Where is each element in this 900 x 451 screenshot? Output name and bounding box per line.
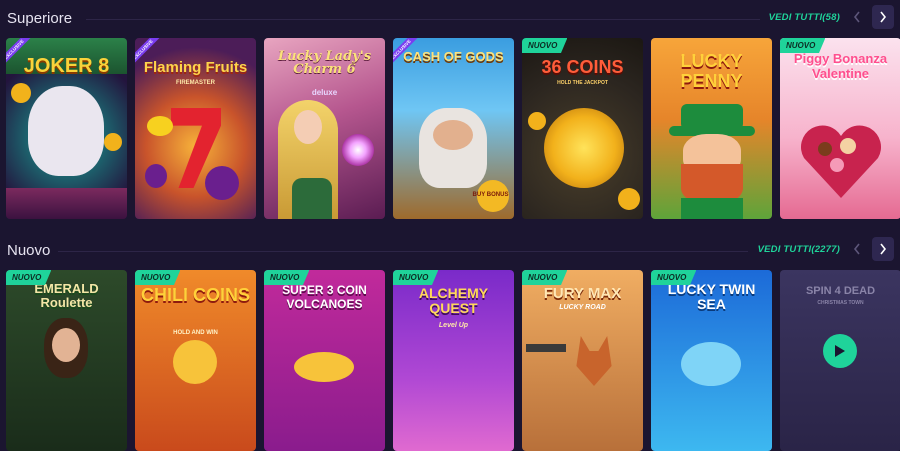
section-superiore: Superiore VEDI TUTTI(58) JOKER 8 EXCLUSI… — [0, 0, 900, 219]
game-title: SUPER 3 COIN VOLCANOES — [282, 283, 367, 311]
game-title: LUCKY TWIN SEA — [667, 281, 756, 312]
prev-button[interactable] — [846, 5, 868, 29]
game-title: LUCKY PENNY — [680, 51, 743, 91]
new-badge: NUOVO — [264, 270, 310, 285]
chevron-left-icon — [853, 243, 860, 255]
game-title: SPIN 4 DEAD — [805, 285, 876, 297]
next-button[interactable] — [872, 5, 894, 29]
game-subtitle: HOLD THE JACKPOT — [557, 80, 608, 86]
game-subtitle: Level Up — [438, 322, 469, 329]
game-title: Piggy Bonanza Valentine — [793, 51, 888, 81]
prev-button[interactable] — [846, 237, 868, 261]
chevron-right-icon — [880, 11, 887, 23]
game-title: Lucky Lady's Charm 6 — [277, 49, 372, 77]
chevron-left-icon — [853, 11, 860, 23]
section-nuovo: Nuovo VEDI TUTTI(2277) EMERALD Roulette … — [0, 232, 900, 451]
game-tile[interactable]: Piggy Bonanza Valentine NUOVO — [780, 38, 900, 219]
game-subtitle: FIREMASTER — [176, 80, 215, 86]
game-subtitle: LUCKY ROAD — [559, 304, 606, 311]
see-all-link[interactable]: VEDI TUTTI(2277) — [758, 244, 840, 255]
game-tile[interactable]: ALCHEMY QUEST Level Up NUOVO — [393, 270, 514, 451]
chevron-right-icon — [880, 243, 887, 255]
game-title: CHILI COINS — [140, 285, 250, 305]
new-badge: NUOVO — [6, 270, 52, 285]
divider — [86, 19, 760, 20]
game-tile[interactable]: 36 COINS HOLD THE JACKPOT NUOVO — [522, 38, 643, 219]
game-title: 36 COINS — [541, 57, 624, 77]
game-tile[interactable]: FURY MAX LUCKY ROAD NUOVO — [522, 270, 643, 451]
game-tile[interactable]: SUPER 3 COIN VOLCANOES NUOVO — [264, 270, 385, 451]
game-subtitle: CHRISTMAS TOWN — [817, 300, 864, 306]
divider — [58, 251, 748, 252]
game-tile[interactable]: CHILI COINS HOLD AND WIN NUOVO — [135, 270, 256, 451]
game-title: Flaming Fruits — [143, 59, 248, 76]
game-title: FURY MAX — [543, 285, 622, 302]
game-subtitle: BUY BONUS — [472, 192, 509, 198]
game-tile[interactable]: Flaming Fruits FIREMASTER EXCLUSIVE — [135, 38, 256, 219]
section-header: Superiore VEDI TUTTI(58) — [0, 0, 900, 38]
game-title: EMERALD Roulette — [34, 281, 99, 311]
new-badge: NUOVO — [651, 270, 697, 285]
game-tile[interactable]: Lucky Lady's Charm 6 deluxe — [264, 38, 385, 219]
game-tile[interactable]: LUCKY PENNY — [651, 38, 772, 219]
new-badge: NUOVO — [522, 38, 568, 53]
game-subtitle: HOLD AND WIN — [173, 330, 218, 336]
play-button[interactable] — [823, 334, 857, 368]
section-title: Superiore — [7, 10, 73, 27]
next-button[interactable] — [872, 237, 894, 261]
play-icon — [835, 345, 845, 357]
new-badge: NUOVO — [780, 38, 826, 53]
game-title: CASH OF GODS — [403, 49, 504, 64]
game-title: JOKER 8 — [23, 55, 110, 77]
game-title: ALCHEMY QUEST — [418, 285, 489, 317]
new-badge: NUOVO — [135, 270, 181, 285]
new-badge: NUOVO — [393, 270, 439, 285]
game-tile[interactable]: CASH OF GODS BUY BONUS EXCLUSIVE — [393, 38, 514, 219]
section-header: Nuovo VEDI TUTTI(2277) — [0, 232, 900, 270]
game-tile[interactable]: SPIN 4 DEAD CHRISTMAS TOWN — [780, 270, 900, 451]
game-tile[interactable]: LUCKY TWIN SEA NUOVO — [651, 270, 772, 451]
new-badge: NUOVO — [522, 270, 568, 285]
game-subtitle: deluxe — [311, 88, 338, 97]
section-title: Nuovo — [7, 242, 51, 259]
game-tile[interactable]: EMERALD Roulette NUOVO — [6, 270, 127, 451]
game-tile[interactable]: JOKER 8 EXCLUSIVE — [6, 38, 127, 219]
see-all-link[interactable]: VEDI TUTTI(58) — [769, 12, 840, 23]
